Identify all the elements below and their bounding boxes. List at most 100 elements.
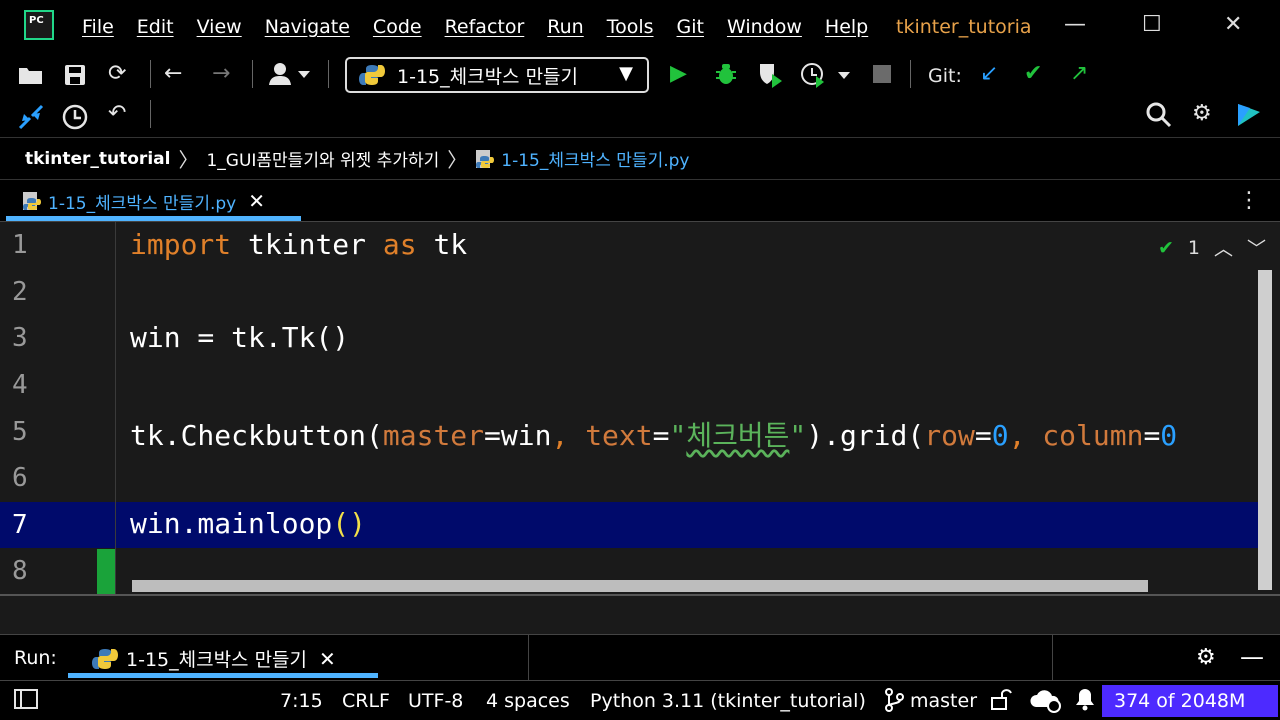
line-number: 5 (12, 417, 28, 447)
logo-text: PC (29, 15, 44, 26)
line-ending[interactable]: CRLF (342, 690, 390, 712)
coverage-icon[interactable] (758, 62, 786, 94)
chevron-up-icon[interactable]: ︿ (1214, 234, 1233, 261)
code-editor[interactable]: 1 2 3 4 5 6 7 8 import tkinter as tk win… (0, 222, 1280, 594)
user-menu-icon[interactable] (268, 62, 316, 92)
menu-run[interactable]: Run (547, 16, 583, 38)
menu-git[interactable]: Git (677, 16, 704, 38)
vertical-scrollbar[interactable] (1258, 270, 1272, 590)
breadcrumb: tkinter_tutorial 〉 1_GUI폼만들기와 위젯 추가하기 〉 … (0, 138, 1280, 180)
debug-icon[interactable] (714, 62, 738, 92)
inspection-count: 1 (1187, 236, 1200, 259)
python-interpreter[interactable]: Python 3.11 (tkinter_tutorial) (590, 690, 866, 712)
stop-icon[interactable] (872, 64, 892, 90)
close-button[interactable]: ✕ (1224, 12, 1242, 37)
rollback-icon[interactable]: ↶ (108, 102, 126, 126)
main-toolbar: ⟳ ← → 1-15_체크박스 만들기 ▼ ▶ Git: ↙ ✔ ↗ ↶ ⚙ (0, 52, 1280, 138)
string-quote: " (669, 419, 687, 452)
horizontal-scrollbar[interactable] (132, 580, 1148, 592)
toggle-tool-windows-icon[interactable] (14, 689, 38, 714)
active-tab-indicator (6, 216, 301, 221)
line-number: 1 (12, 230, 28, 260)
jetbrains-toolbox-icon[interactable] (1236, 102, 1262, 134)
menu-code[interactable]: Code (373, 16, 422, 38)
close-icon[interactable]: ✕ (319, 647, 336, 671)
run-tab[interactable]: 1-15_체크박스 만들기 ✕ (92, 645, 336, 672)
sync-icon[interactable]: ⟳ (108, 62, 126, 86)
run-configuration-select[interactable]: 1-15_체크박스 만들기 ▼ (345, 57, 649, 93)
project-title: tkinter_tutoria (896, 16, 1032, 38)
git-branch[interactable]: master (910, 690, 977, 712)
menu-file[interactable]: File (82, 16, 114, 38)
run-icon[interactable]: ▶ (670, 62, 687, 86)
git-commit-icon[interactable]: ✔ (1024, 62, 1042, 86)
string-literal: 체크버튼 (686, 419, 790, 452)
lock-icon[interactable] (990, 687, 1012, 716)
line-number: 8 (12, 556, 28, 586)
menu-edit[interactable]: Edit (137, 16, 174, 38)
main-menu: File Edit View Navigate Code Refactor Ru… (82, 16, 891, 38)
open-folder-icon[interactable] (18, 64, 44, 92)
line-number: 6 (12, 463, 28, 493)
title-bar: PC File Edit View Navigate Code Refactor… (0, 0, 1280, 52)
breadcrumb-file[interactable]: 1-15_체크박스 만들기.py (501, 146, 689, 171)
minimize-button[interactable]: — (1064, 12, 1086, 37)
minimize-panel-icon[interactable]: — (1240, 643, 1264, 671)
memory-indicator[interactable]: 374 of 2048M (1102, 685, 1278, 717)
chevron-right-icon: 〉 (447, 148, 468, 172)
code-text: = (974, 419, 992, 452)
file-encoding[interactable]: UTF-8 (408, 690, 463, 712)
code-line-7: win.mainloop() (130, 507, 366, 540)
tab-label: 1-15_체크박스 만들기.py (48, 193, 237, 214)
breadcrumb-folder[interactable]: 1_GUI폼만들기와 위젯 추가하기 (206, 146, 439, 171)
comma: , (551, 419, 586, 452)
back-icon[interactable]: ← (164, 62, 182, 86)
run-panel-header: Run: 1-15_체크박스 만들기 ✕ ⚙ — (0, 634, 1280, 681)
save-icon[interactable] (64, 64, 86, 92)
panel-divider (528, 635, 529, 681)
git-update-icon[interactable]: ↙ (980, 62, 998, 86)
menu-tools[interactable]: Tools (607, 16, 654, 38)
menu-help[interactable]: Help (825, 16, 868, 38)
python-file-icon (476, 149, 495, 168)
more-vertical-icon[interactable]: ⋮ (1238, 188, 1260, 213)
close-icon[interactable]: ✕ (248, 189, 265, 213)
parameter-name: row (924, 419, 975, 452)
maximize-button[interactable]: ☐ (1142, 12, 1162, 37)
indent-setting[interactable]: 4 spaces (486, 690, 570, 712)
forward-icon[interactable]: → (212, 62, 230, 86)
git-push-icon[interactable]: ↗ (1070, 62, 1088, 86)
run-configuration-label: 1-15_체크박스 만들기 (397, 65, 579, 88)
chevron-down-icon: ▼ (619, 63, 633, 84)
profile-icon[interactable] (800, 62, 850, 94)
git-label: Git: (928, 65, 962, 87)
breadcrumb-project[interactable]: tkinter_tutorial (25, 149, 170, 169)
vcs-change-marker[interactable] (97, 549, 115, 594)
menu-refactor[interactable]: Refactor (445, 16, 525, 38)
chevron-down-icon[interactable]: ﹀ (1247, 234, 1266, 261)
python-file-icon (23, 192, 41, 210)
parameter-name: master (382, 419, 485, 452)
notifications-icon[interactable] (1074, 687, 1096, 716)
toolbar-separator (252, 60, 253, 88)
gear-icon[interactable]: ⚙ (1196, 645, 1216, 670)
history-icon[interactable] (62, 104, 88, 136)
pycharm-logo-icon: PC (24, 10, 54, 40)
caret-position[interactable]: 7:15 (280, 690, 323, 712)
status-bar: 7:15 CRLF UTF-8 4 spaces Python 3.11 (tk… (0, 680, 1280, 720)
code-text: = (652, 419, 670, 452)
menu-navigate[interactable]: Navigate (265, 16, 350, 38)
editor-tabs: 1-15_체크박스 만들기.py ✕ ⋮ (0, 180, 1280, 222)
inspection-widget[interactable]: ✔ 1 ︿ ﹀ (1158, 234, 1266, 261)
git-pull-requests-icon[interactable] (18, 104, 44, 136)
line-number: 2 (12, 277, 28, 307)
cloud-sync-icon[interactable] (1030, 687, 1062, 718)
search-icon[interactable] (1146, 102, 1172, 134)
settings-icon[interactable]: ⚙ (1192, 102, 1212, 126)
number-literal: 0 (991, 419, 1009, 452)
comma: , (1008, 419, 1043, 452)
menu-view[interactable]: View (197, 16, 242, 38)
code-line-3: win = tk.Tk() (130, 321, 350, 354)
menu-window[interactable]: Window (727, 16, 802, 38)
code-text: tk (416, 228, 468, 261)
